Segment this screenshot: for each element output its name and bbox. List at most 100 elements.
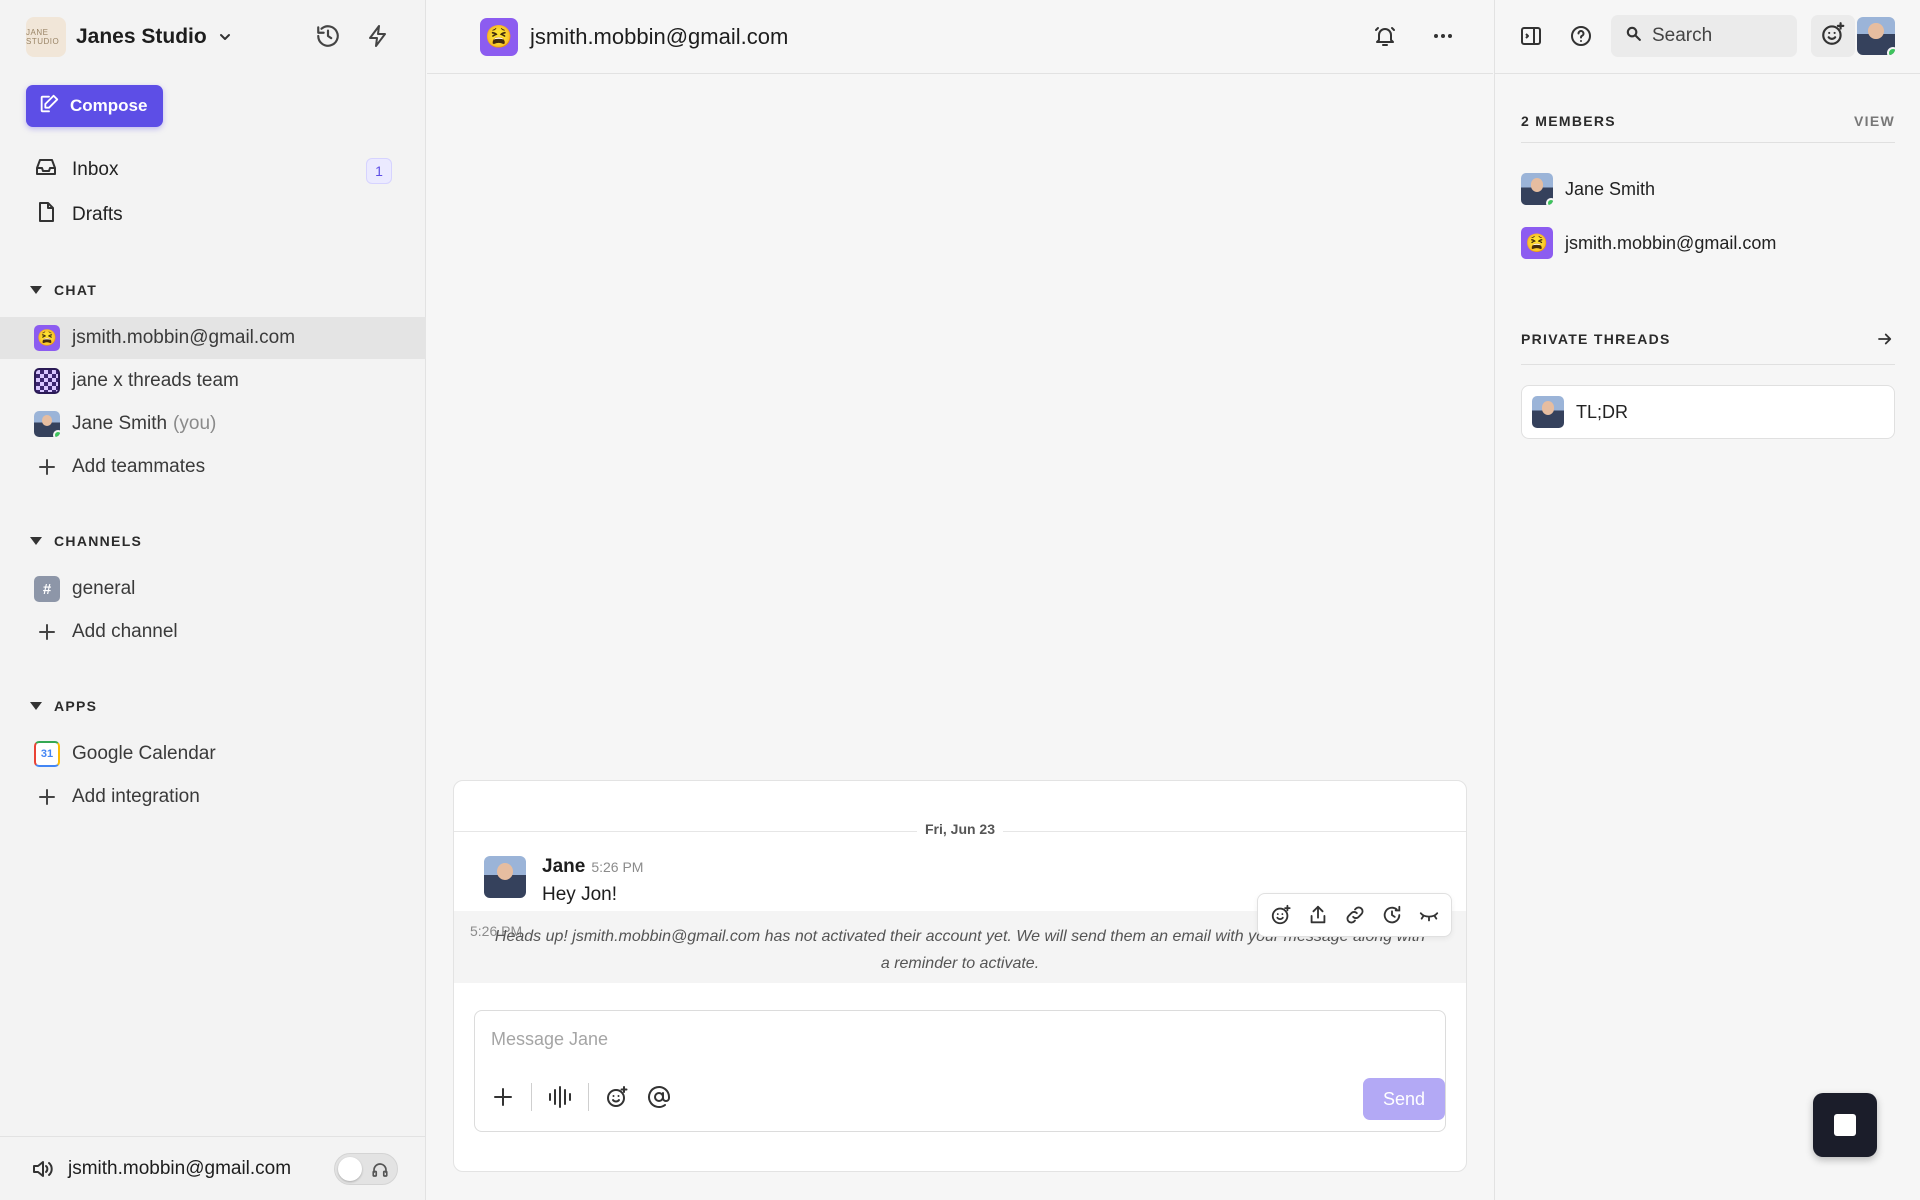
add-channel-button[interactable]: Add channel (0, 611, 426, 653)
search-icon (1625, 25, 1642, 48)
compose-button[interactable]: Compose (26, 85, 164, 127)
chat-item-jsmith[interactable]: 😫 jsmith.mobbin@gmail.com (0, 317, 426, 359)
avatar (1532, 396, 1564, 428)
avatar-emoji: 😫 (1525, 232, 1549, 253)
app-item-google-calendar[interactable]: 31 Google Calendar (0, 733, 426, 775)
message-time: 5:26 PM (591, 859, 644, 875)
avatar (1521, 173, 1553, 205)
message[interactable]: Jane 5:26 PM Hey Jon! (484, 856, 643, 906)
speaker-icon[interactable] (28, 1155, 56, 1183)
chat-item-jane-smith[interactable]: Jane Smith (you) (0, 403, 426, 445)
online-status-dot (53, 430, 60, 437)
toolbar-divider (588, 1083, 589, 1111)
thread-item-tldr[interactable]: TL;DR (1521, 385, 1895, 439)
caret-down-icon (30, 702, 42, 710)
workspace-logo: JANE STUDIO (26, 17, 66, 57)
view-members-link[interactable]: VIEW (1854, 113, 1895, 129)
link-icon[interactable] (1342, 903, 1367, 928)
add-integration-label: Add integration (72, 786, 200, 807)
message-author[interactable]: Jane (542, 856, 585, 877)
status-emoji-button[interactable] (1811, 15, 1855, 57)
add-teammates-button[interactable]: Add teammates (0, 446, 426, 488)
chat-item-label: Jane Smith (72, 413, 168, 434)
share-icon[interactable] (1305, 903, 1330, 928)
plus-icon (34, 454, 60, 480)
sidebar-top-actions (314, 22, 392, 50)
private-threads-label: PRIVATE THREADS (1521, 331, 1671, 347)
avatar-emoji: 😫 (485, 24, 513, 49)
avatar-emoji: 😫 (37, 330, 57, 347)
section-chat-label: CHAT (54, 282, 98, 298)
main-content: 😫 jsmith.mobbin@gmail.com Fri, Jun 23 Ja… (427, 0, 1493, 1200)
drafts-icon (34, 200, 58, 230)
footer-user-label: jsmith.mobbin@gmail.com (68, 1157, 292, 1179)
inbox-count-badge: 1 (366, 158, 392, 184)
plus-icon (34, 619, 60, 645)
add-integration-button[interactable]: Add integration (0, 776, 426, 818)
section-apps-header[interactable]: APPS (30, 696, 97, 716)
search-label: Search (1652, 25, 1713, 46)
bolt-icon[interactable] (364, 22, 392, 50)
online-status-dot (1887, 47, 1895, 55)
channel-item-label: general (72, 578, 136, 599)
bell-icon[interactable] (1371, 22, 1399, 50)
chat-item-threads-team[interactable]: jane x threads team (0, 360, 426, 402)
avatar: 😫 (34, 325, 60, 351)
emoji-icon[interactable] (603, 1083, 631, 1111)
search-input[interactable]: Search (1611, 15, 1797, 57)
message-input[interactable] (491, 1025, 1391, 1053)
avatar[interactable] (484, 856, 526, 898)
workspace-switcher[interactable]: JANE STUDIO Janes Studio (26, 16, 233, 58)
huddle-toggle[interactable] (334, 1153, 398, 1185)
hide-icon[interactable] (1416, 903, 1441, 928)
help-icon[interactable] (1567, 22, 1595, 50)
workspace-name: Janes Studio (76, 25, 207, 48)
members-header: 2 MEMBERS VIEW (1521, 111, 1895, 131)
member-item-jsmith[interactable]: 😫 jsmith.mobbin@gmail.com (1521, 226, 1776, 260)
divider (1521, 364, 1895, 365)
conversation-title[interactable]: 😫 jsmith.mobbin@gmail.com (480, 18, 788, 56)
section-chat-header[interactable]: CHAT (30, 280, 97, 300)
add-reaction-icon[interactable] (1268, 903, 1293, 928)
right-top-actions (1517, 22, 1595, 50)
send-button[interactable]: Send (1363, 1078, 1445, 1120)
stop-button[interactable] (1813, 1093, 1877, 1157)
online-status-dot (1546, 198, 1553, 205)
members-count-label: 2 MEMBERS (1521, 113, 1616, 129)
sidebar-footer: jsmith.mobbin@gmail.com (0, 1136, 426, 1200)
inbox-label: Inbox (72, 159, 119, 180)
nav-drafts[interactable]: Drafts (34, 198, 123, 232)
stop-icon (1834, 1114, 1856, 1136)
history-icon[interactable] (314, 22, 342, 50)
remind-icon[interactable] (1379, 903, 1404, 928)
chat-item-label: jsmith.mobbin@gmail.com (72, 327, 296, 348)
compose-icon (38, 93, 60, 120)
voice-icon[interactable] (546, 1083, 574, 1111)
chevron-down-icon (217, 29, 233, 45)
private-threads-header: PRIVATE THREADS (1521, 329, 1895, 349)
message-body: Jane 5:26 PM Hey Jon! (542, 856, 643, 906)
section-apps-label: APPS (54, 698, 98, 714)
arrow-right-icon[interactable] (1875, 329, 1895, 349)
nav-inbox[interactable]: Inbox (34, 153, 118, 187)
chat-thread-card: Fri, Jun 23 Jane 5:26 PM Hey Jon! 5:26 PM… (453, 780, 1467, 1172)
mention-icon[interactable] (645, 1083, 673, 1111)
conversation-header: 😫 jsmith.mobbin@gmail.com (427, 0, 1493, 74)
sidebar-toggle-icon[interactable] (1517, 22, 1545, 50)
chat-item-label: jane x threads team (72, 370, 239, 391)
more-icon[interactable] (1429, 22, 1457, 50)
compose-label: Compose (70, 96, 148, 115)
plus-icon[interactable] (489, 1083, 517, 1111)
divider (1521, 142, 1895, 143)
message-composer: Send (474, 1010, 1446, 1132)
app-item-label: Google Calendar (72, 743, 216, 764)
current-user-avatar[interactable] (1857, 17, 1895, 55)
member-item-jane-smith[interactable]: Jane Smith (1521, 172, 1655, 206)
caret-down-icon (30, 537, 42, 545)
section-channels-header[interactable]: CHANNELS (30, 531, 142, 551)
add-channel-label: Add channel (72, 621, 178, 642)
inbox-icon (34, 155, 58, 185)
channel-item-general[interactable]: # general (0, 568, 426, 610)
headphones-icon (371, 1161, 389, 1185)
you-suffix: (you) (173, 413, 217, 434)
